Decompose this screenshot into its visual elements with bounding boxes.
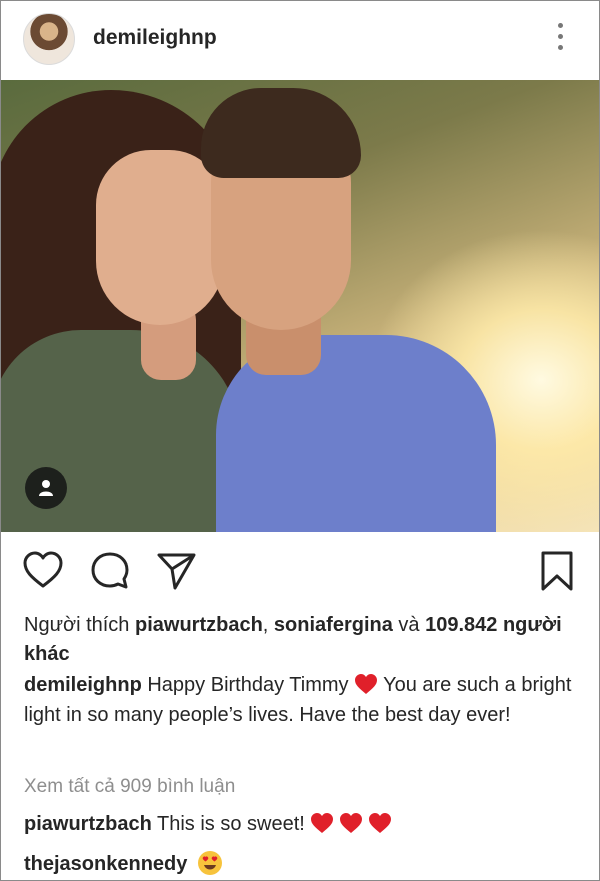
bookmark-icon[interactable] (535, 549, 579, 593)
red-heart-icon (340, 813, 363, 833)
likes-separator: , (262, 614, 269, 636)
likes-conjunction: và (398, 614, 420, 636)
more-vertical-icon[interactable] (553, 23, 567, 55)
view-all-comments-link[interactable]: Xem tất cả 909 bình luận (24, 776, 235, 798)
comment-username[interactable]: thejasonkennedy (24, 853, 187, 875)
author-username[interactable]: demileighnp (93, 26, 217, 50)
heart-eyes-emoji-icon (197, 851, 222, 875)
action-bar (1, 541, 599, 601)
author-avatar[interactable] (23, 13, 75, 65)
heart-outline-icon[interactable] (21, 549, 65, 593)
post-photo[interactable] (1, 80, 599, 532)
comment-text: This is so sweet! (157, 813, 305, 835)
post-header: demileighnp (1, 1, 599, 79)
likes-prefix: Người thích (24, 614, 130, 636)
likes-summary[interactable]: Người thích piawurtzbach, soniafergina v… (24, 611, 579, 669)
likes-count[interactable]: 109.842 (425, 614, 497, 636)
instagram-post: demileighnp Người thích piawurtzbach, so… (0, 0, 600, 881)
red-heart-icon (355, 674, 378, 694)
liker-username[interactable]: soniafergina (274, 614, 393, 636)
photo-man-hair (201, 88, 361, 178)
photo-woman-face (96, 150, 224, 325)
liker-username[interactable]: piawurtzbach (135, 614, 263, 636)
comment-username[interactable]: piawurtzbach (24, 813, 152, 835)
user-tag-icon[interactable] (25, 467, 67, 509)
post-caption: demileighnp Happy Birthday Timmy You are… (24, 670, 584, 730)
comment-item: piawurtzbach This is so sweet! (24, 810, 397, 838)
caption-text-before: Happy Birthday Timmy (147, 674, 349, 696)
comment-item: thejasonkennedy (24, 850, 223, 878)
caption-username[interactable]: demileighnp (24, 674, 142, 696)
red-heart-icon (311, 813, 334, 833)
comment-bubble-icon[interactable] (88, 549, 132, 593)
send-paper-plane-icon[interactable] (154, 549, 198, 593)
red-heart-icon (369, 813, 392, 833)
